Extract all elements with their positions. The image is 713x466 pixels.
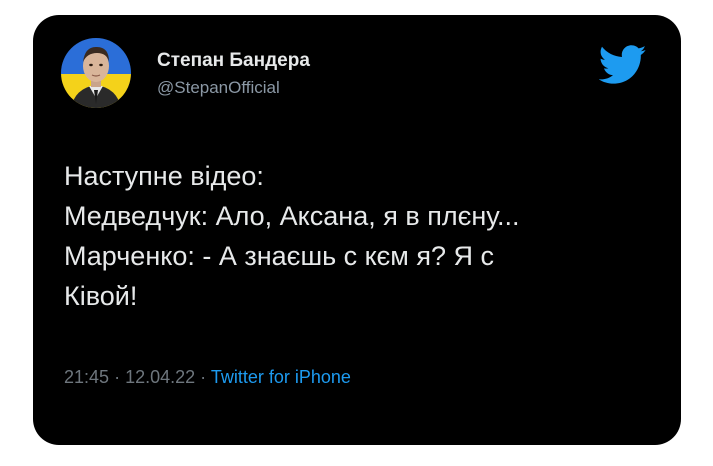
meta-separator: ·	[200, 367, 207, 387]
tweet-text: Наступне відео: Медведчук: Ало, Аксана, …	[64, 156, 664, 316]
twitter-bird-icon[interactable]	[599, 45, 647, 85]
avatar-image	[61, 38, 131, 108]
tweet-meta: 21:45 · 12.04.22 · Twitter for iPhone	[64, 367, 351, 388]
screenshot-canvas: Степан Бандера @StepanOfficial Наступне …	[0, 0, 713, 466]
tweet-line-1: Наступне відео:	[64, 161, 264, 191]
tweet-date[interactable]: 12.04.22	[125, 367, 195, 387]
tweet-card: Степан Бандера @StepanOfficial Наступне …	[33, 15, 681, 445]
author-name[interactable]: Степан Бандера	[157, 50, 310, 72]
tweet-source-link[interactable]: Twitter for iPhone	[211, 367, 351, 387]
avatar[interactable]	[61, 38, 131, 108]
meta-separator: ·	[114, 367, 121, 387]
tweet-time[interactable]: 21:45	[64, 367, 109, 387]
author-handle[interactable]: @StepanOfficial	[157, 78, 280, 98]
tweet-line-4: Ківой!	[64, 281, 138, 311]
tweet-line-2: Медведчук: Ало, Аксана, я в плєну...	[64, 201, 520, 231]
tweet-line-3: Марченко: - А знаєшь с кєм я? Я с	[64, 241, 494, 271]
